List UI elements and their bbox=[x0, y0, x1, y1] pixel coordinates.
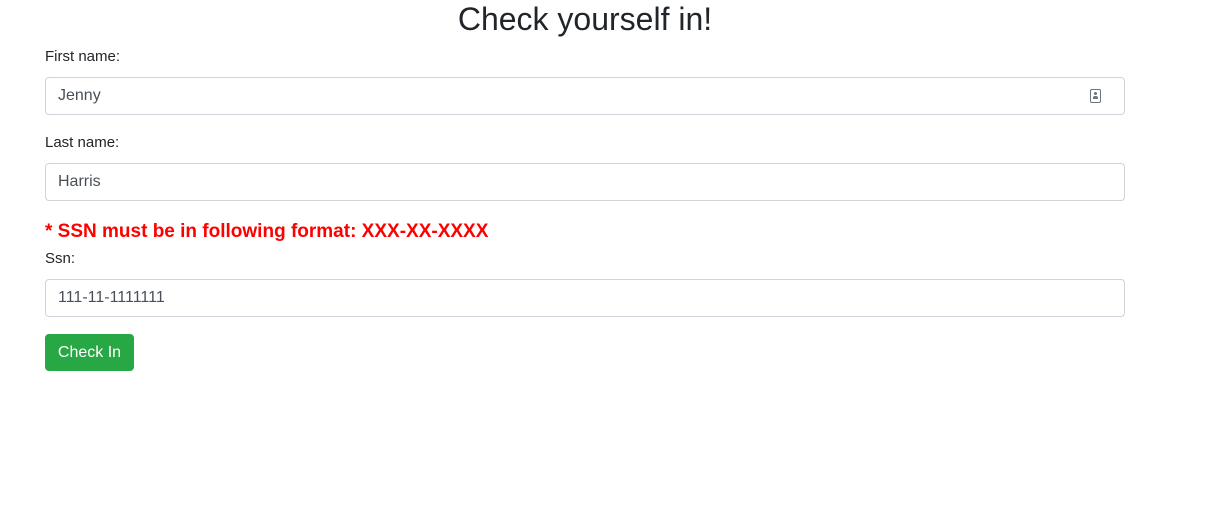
check-in-button[interactable]: Check In bbox=[45, 334, 134, 371]
first-name-label: First name: bbox=[45, 48, 121, 65]
last-name-field[interactable] bbox=[45, 163, 1125, 201]
ssn-field[interactable] bbox=[45, 279, 1125, 317]
ssn-label: Ssn: bbox=[45, 250, 76, 267]
contact-card-icon[interactable] bbox=[1090, 89, 1101, 103]
contact-card-icon-head bbox=[1094, 92, 1097, 95]
check-in-page: Check yourself in! First name: Last name… bbox=[0, 0, 1217, 531]
first-name-field[interactable] bbox=[45, 77, 1125, 115]
last-name-label: Last name: bbox=[45, 134, 120, 151]
first-name-input[interactable] bbox=[46, 78, 1124, 114]
ssn-format-error: * SSN must be in following format: XXX-X… bbox=[45, 221, 489, 242]
page-title: Check yourself in! bbox=[457, 1, 713, 37]
contact-card-icon-body bbox=[1093, 96, 1098, 99]
last-name-input[interactable] bbox=[46, 164, 1124, 200]
ssn-input[interactable] bbox=[46, 280, 1124, 316]
